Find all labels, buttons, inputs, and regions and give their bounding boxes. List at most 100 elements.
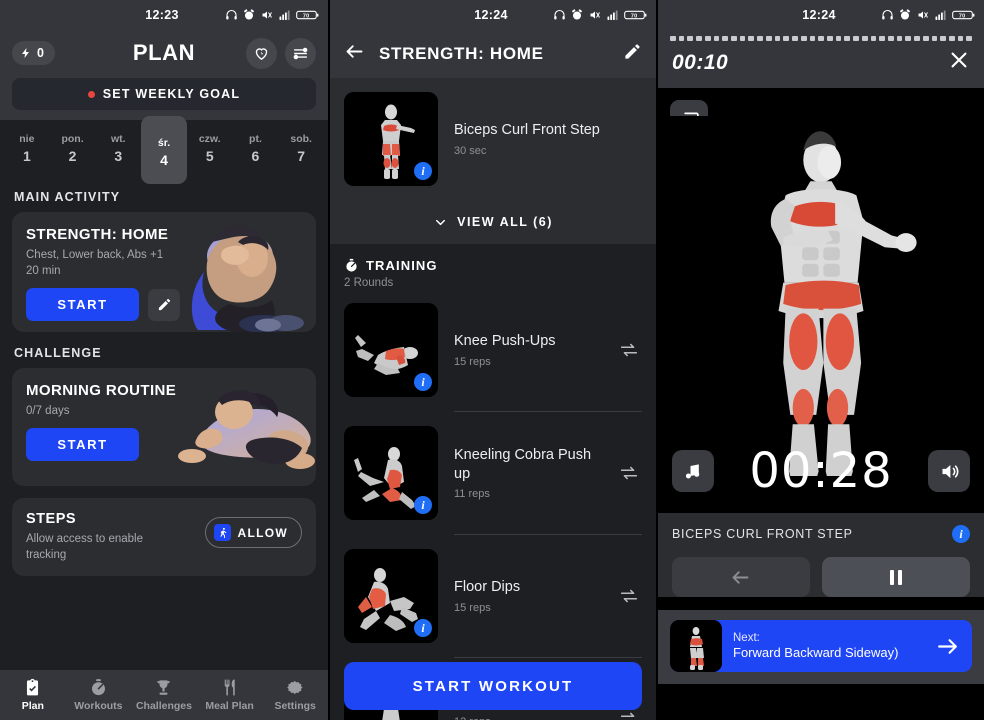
main-activity-start-button[interactable]: START xyxy=(26,288,139,321)
filters-button[interactable] xyxy=(285,37,316,69)
exercise-name: Knee Push-Ups xyxy=(454,333,556,350)
day-item-sob[interactable]: sob. 7 xyxy=(278,120,324,176)
exercise-name: Biceps Curl Front Step xyxy=(454,122,600,139)
day-item-wt[interactable]: wt. 3 xyxy=(95,120,141,176)
current-exercise-row: BICEPS CURL FRONT STEP i xyxy=(672,525,970,543)
signal-icon xyxy=(935,10,946,20)
close-button[interactable] xyxy=(948,49,970,76)
set-weekly-goal-button[interactable]: SET WEEKLY GOAL xyxy=(12,78,316,110)
swap-exercise-button[interactable] xyxy=(616,462,642,484)
exercise-thumbnail[interactable]: i xyxy=(344,92,438,186)
edit-workout-button[interactable] xyxy=(623,42,642,66)
main-activity-info: STRENGTH: HOME Chest, Lower back, Abs +1… xyxy=(12,212,316,332)
status-bar-time: 12:23 xyxy=(145,8,179,22)
fork-knife-icon xyxy=(224,679,235,696)
day-name: nie xyxy=(19,132,35,145)
info-badge[interactable]: i xyxy=(414,373,432,391)
main-activity-section-label: MAIN ACTIVITY xyxy=(14,190,121,204)
day-name: sob. xyxy=(290,132,312,145)
steps-allow-button[interactable]: ALLOW xyxy=(204,517,302,548)
tab-workouts[interactable]: Workouts xyxy=(66,678,132,712)
exercise-meta: 11 reps xyxy=(454,487,490,500)
view-all-label: VIEW ALL (6) xyxy=(457,215,553,229)
heart-bolt-icon xyxy=(255,47,268,60)
tab-challenges[interactable]: Challenges xyxy=(131,678,197,712)
main-activity-title: STRENGTH: HOME xyxy=(26,226,169,243)
view-all-button[interactable]: VIEW ALL (6) xyxy=(344,200,642,244)
status-bar-icons: 70 xyxy=(881,9,975,21)
challenge-title: MORNING ROUTINE xyxy=(26,382,177,399)
training-header: TRAINING xyxy=(344,258,642,273)
info-badge[interactable]: i xyxy=(414,619,432,637)
tab-settings[interactable]: Settings xyxy=(262,678,328,712)
red-status-dot xyxy=(87,90,95,98)
tab-plan[interactable]: Plan xyxy=(0,678,66,712)
tab-label: Meal Plan xyxy=(205,700,254,712)
training-label: TRAINING xyxy=(366,258,438,273)
day-number: 2 xyxy=(68,147,77,164)
speaker-icon xyxy=(942,464,958,478)
exercise-thumbnail[interactable]: i xyxy=(344,549,438,643)
music-note-icon xyxy=(685,464,700,479)
day-item-czw[interactable]: czw. 5 xyxy=(187,120,233,176)
day-name: pt. xyxy=(249,132,262,145)
warmup-exercise-row[interactable]: i Biceps Curl Front Step 30 sec xyxy=(344,92,642,200)
exercise-meta: 30 sec xyxy=(454,144,487,157)
day-item-pon[interactable]: pon. 2 xyxy=(50,120,96,176)
exercise-thumbnail[interactable]: i xyxy=(344,426,438,520)
day-item-nie[interactable]: nie 1 xyxy=(4,120,50,176)
panel-active-workout-screen: 12:24 70 00:10 00:28 BICEPS CURL FRONT S… xyxy=(658,0,984,720)
swap-exercise-button[interactable] xyxy=(616,339,642,361)
main-activity-edit-button[interactable] xyxy=(148,288,180,321)
training-exercise-row[interactable]: i Floor Dips 15 reps xyxy=(344,535,642,657)
exercise-thumbnail[interactable]: i xyxy=(344,303,438,397)
headphones-icon xyxy=(882,9,893,20)
running-person-icon xyxy=(213,524,231,541)
exercise-info: Kneeling Cobra Push up 11 reps xyxy=(454,446,600,499)
pause-button[interactable] xyxy=(821,557,970,597)
info-badge[interactable]: i xyxy=(414,496,432,514)
close-icon xyxy=(951,52,967,68)
workout-controls: BICEPS CURL FRONT STEP i xyxy=(658,513,984,597)
swap-exercise-button[interactable] xyxy=(616,585,642,607)
steps-card: STEPS Allow access to enable tracking AL… xyxy=(12,498,316,576)
next-exercise-button[interactable]: Next: Forward Backward Sideway) xyxy=(670,620,972,672)
heart-pulse-button[interactable] xyxy=(246,37,277,69)
music-button[interactable] xyxy=(672,450,714,492)
challenge-start-button[interactable]: START xyxy=(26,428,139,461)
running-figure-thumb xyxy=(670,620,722,672)
day-item-pt[interactable]: pt. 6 xyxy=(233,120,279,176)
headphones-icon xyxy=(554,9,565,20)
mute-icon xyxy=(590,11,600,19)
training-exercise-row[interactable]: i Knee Push-Ups 15 reps xyxy=(344,289,642,411)
battery-icon: 70 xyxy=(952,10,975,19)
info-badge[interactable]: i xyxy=(952,525,970,543)
pause-icon xyxy=(889,569,894,585)
day-item-sr-selected[interactable]: śr. 4 xyxy=(141,116,187,184)
set-weekly-goal-label: SET WEEKLY GOAL xyxy=(102,87,241,101)
energy-points-button[interactable]: 0 xyxy=(12,41,55,65)
tab-meal-plan[interactable]: Meal Plan xyxy=(197,678,263,712)
alarm-icon xyxy=(900,9,910,20)
exercise-video-area[interactable]: 00:28 xyxy=(658,88,984,513)
main-activity-card[interactable]: STRENGTH: HOME Chest, Lower back, Abs +1… xyxy=(12,212,316,332)
training-exercise-row[interactable]: i Kneeling Cobra Push up 11 reps xyxy=(344,412,642,534)
gear-icon xyxy=(286,680,303,695)
start-workout-button[interactable]: START WORKOUT xyxy=(344,662,642,710)
day-name: pon. xyxy=(61,132,84,145)
exercise-meta: 12 reps xyxy=(454,716,600,720)
sound-button[interactable] xyxy=(928,450,970,492)
status-bar-icons: 70 xyxy=(225,9,319,21)
day-name: wt. xyxy=(111,132,126,145)
exercise-info: Floor Dips 15 reps xyxy=(454,578,600,613)
stopwatch-icon xyxy=(91,679,105,696)
day-number: 3 xyxy=(114,147,123,164)
panel-workout-detail-screen: 12:24 70 STRENGTH: HOME i Biceps Curl Fr… xyxy=(328,0,658,720)
back-button[interactable] xyxy=(344,41,365,67)
three-phone-screenshots: 12:23 70 0 PLAN SET WEEKLY GOAL nie 1 po… xyxy=(0,0,984,720)
challenge-card[interactable]: MORNING ROUTINE 0/7 days START xyxy=(12,368,316,486)
info-badge[interactable]: i xyxy=(414,162,432,180)
previous-exercise-button[interactable] xyxy=(672,557,810,597)
arrow-left-icon xyxy=(346,45,363,58)
chevron-down-icon xyxy=(436,219,446,225)
